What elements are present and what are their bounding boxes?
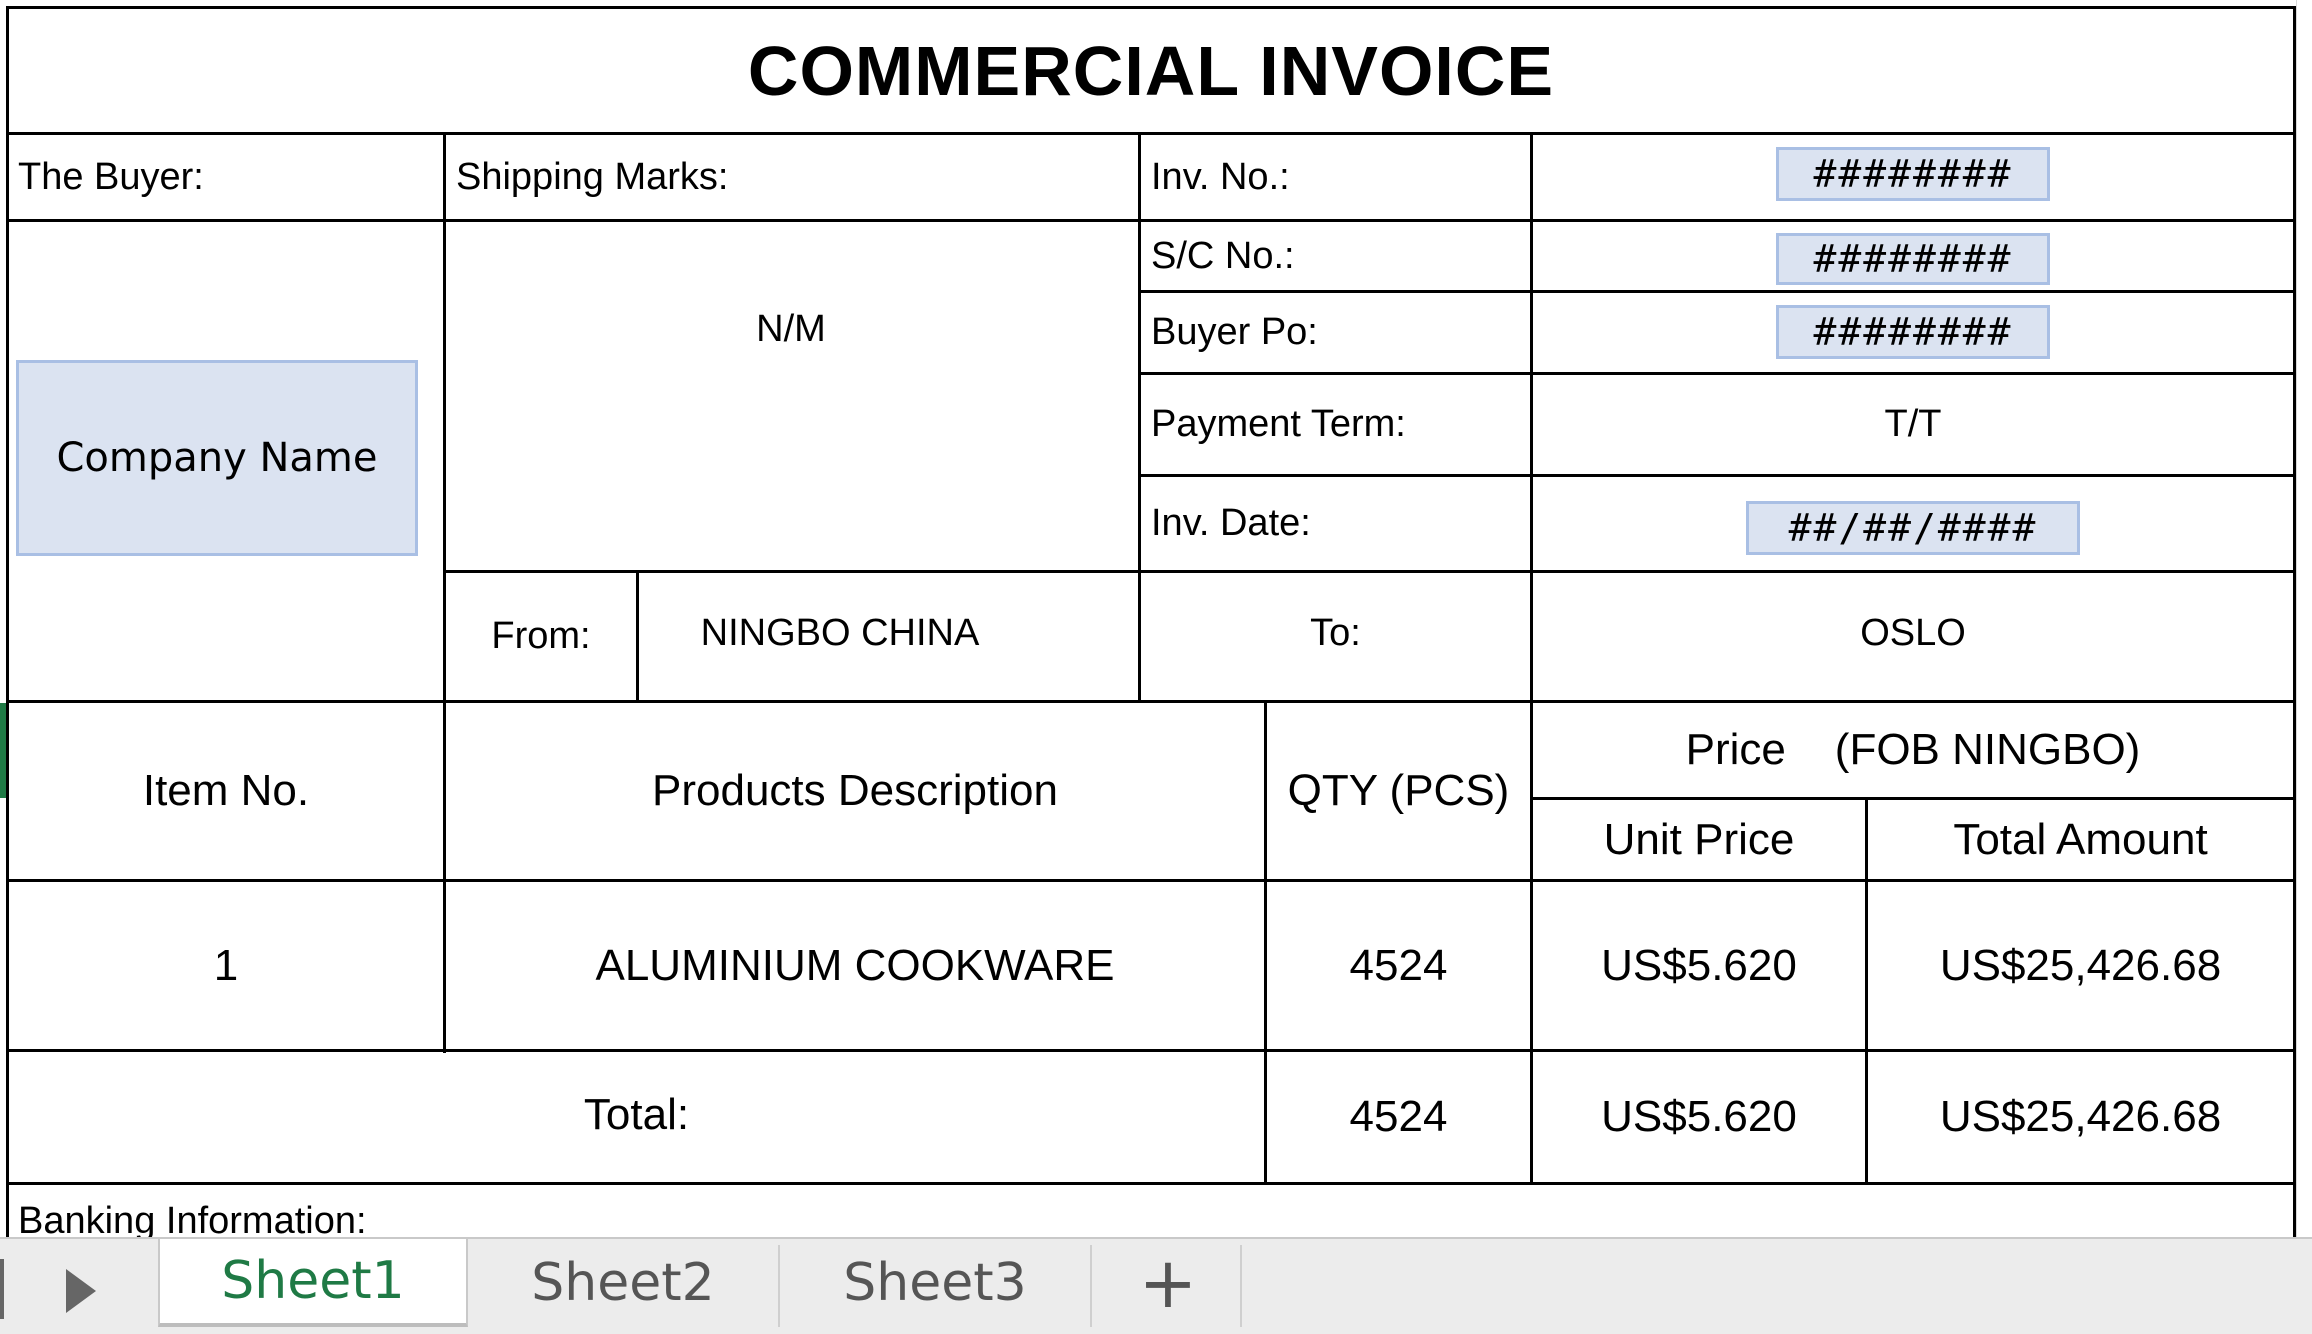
tab-sheet3[interactable]: Sheet3 — [780, 1239, 1090, 1327]
tab-separator — [1240, 1245, 1242, 1327]
total-label: Total: — [583, 1089, 690, 1139]
invoice-title: COMMERCIAL INVOICE — [747, 31, 1555, 110]
border-line — [2293, 6, 2296, 1237]
header-description: Products Description — [652, 766, 1058, 815]
payment-term-label: Payment Term: — [1151, 403, 1406, 445]
buyer-po-label: Buyer Po: — [1151, 311, 1318, 353]
row-total-amount: US$25,426.68 — [1939, 940, 2222, 990]
scroll-next-sheet-icon[interactable] — [66, 1269, 96, 1313]
header-qty: QTY (PCS) — [1287, 766, 1510, 815]
to-value: OSLO — [1860, 612, 1966, 654]
total-amount: US$25,426.68 — [1939, 1092, 2222, 1141]
row-item-no: 1 — [213, 940, 239, 990]
sheet-tab-bar: Sheet1 Sheet2 Sheet3 + — [0, 1237, 2312, 1334]
spreadsheet-grid[interactable]: COMMERCIAL INVOICE The Buyer: Company Na… — [0, 0, 2312, 1237]
inv-no-label: Inv. No.: — [1151, 155, 1290, 198]
row-qty: 4524 — [1349, 940, 1448, 990]
border-line — [6, 1182, 2296, 1185]
from-value: NINGBO CHINA — [700, 612, 980, 654]
header-total-amount: Total Amount — [1953, 814, 2208, 864]
sc-no-label: S/C No.: — [1151, 234, 1295, 277]
row-unit-price: US$5.620 — [1601, 940, 1797, 990]
tab-separator — [1090, 1245, 1092, 1327]
shipping-marks-label: Shipping Marks: — [456, 155, 729, 198]
from-label: From: — [491, 615, 591, 657]
inv-date-value[interactable]: ##/##/#### — [1746, 501, 2080, 555]
tab-sheet2[interactable]: Sheet2 — [468, 1239, 778, 1327]
payment-term-value: T/T — [1884, 403, 1942, 445]
total-unit-price: US$5.620 — [1601, 1092, 1797, 1141]
buyer-po-value[interactable]: ######## — [1776, 305, 2050, 359]
header-price-group: Price (FOB NINGBO) — [1685, 725, 2141, 774]
add-sheet-button[interactable]: + — [1138, 1239, 1198, 1327]
buyer-label: The Buyer: — [18, 155, 204, 198]
total-qty: 4524 — [1349, 1092, 1448, 1141]
sc-no-value[interactable]: ######## — [1776, 233, 2050, 285]
shipping-marks-value: N/M — [756, 308, 826, 350]
to-label: To: — [1310, 612, 1361, 654]
header-item-no: Item No. — [142, 766, 310, 815]
gridline — [2296, 0, 2297, 1237]
tab-sheet1[interactable]: Sheet1 — [158, 1239, 468, 1327]
inv-no-value[interactable]: ######## — [1776, 147, 2050, 201]
company-name-cell[interactable]: Company Name — [16, 360, 418, 556]
scroll-first-sheet-icon[interactable] — [0, 1259, 4, 1319]
inv-date-label: Inv. Date: — [1151, 502, 1311, 544]
banking-info-label: Banking Information: — [18, 1200, 367, 1237]
row-description: ALUMINIUM COOKWARE — [595, 940, 1115, 990]
header-unit-price: Unit Price — [1603, 814, 1795, 864]
